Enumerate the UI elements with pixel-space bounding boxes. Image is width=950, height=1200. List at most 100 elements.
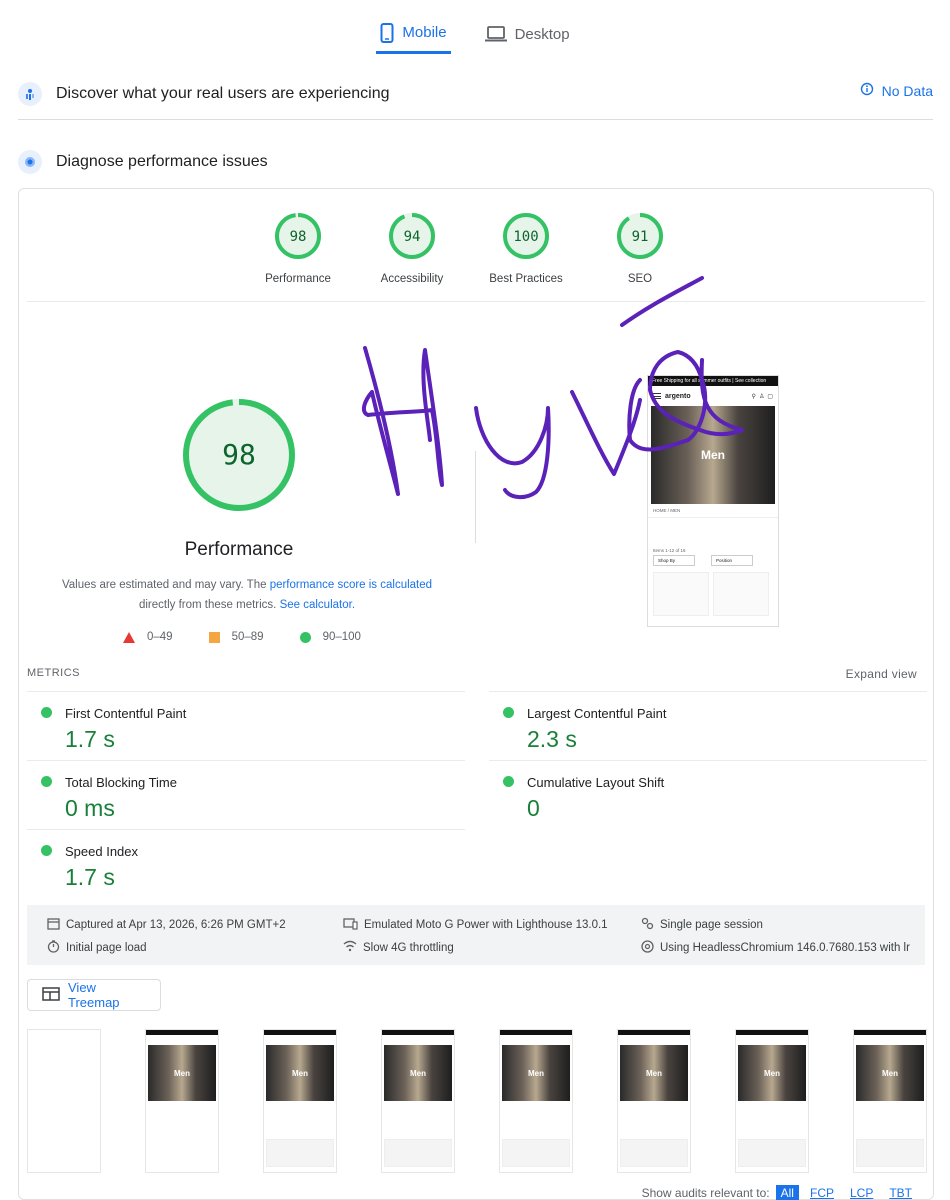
metric-value: 0 ms: [65, 795, 115, 821]
preview-banner: Free Shipping for all summer outfits | S…: [648, 376, 778, 386]
see-calculator-link[interactable]: See calculator.: [280, 599, 355, 611]
expand-view-button[interactable]: Expand view: [846, 667, 917, 681]
initial-load-text: Initial page load: [66, 942, 147, 954]
captured-at-text: Captured at Apr 13, 2026, 6:26 PM GMT+2: [66, 919, 286, 931]
throttling-text: Slow 4G throttling: [363, 941, 454, 954]
frame-product: [738, 1139, 806, 1167]
captured-at: Captured at Apr 13, 2026, 6:26 PM GMT+2: [47, 917, 286, 933]
session-text: Single page session: [660, 919, 763, 931]
lab-data-title: Diagnose performance issues: [56, 153, 268, 170]
gauge-score: 98: [290, 229, 307, 245]
gauge-score: 94: [404, 229, 421, 245]
filmstrip: Men Men Men Men Men Men Men: [27, 1029, 927, 1173]
gauge-accessibility[interactable]: 94 Accessibility: [373, 211, 451, 285]
timer-icon: [47, 940, 60, 956]
note-text-1: Values are estimated and may vary. The: [61, 579, 270, 591]
square-icon: [208, 631, 220, 643]
legend-item-average: 50–89: [208, 631, 264, 643]
circle-icon: [299, 631, 311, 643]
legend-range: 90–100: [322, 631, 361, 643]
metric-name: Speed Index: [65, 844, 139, 859]
metric-si: Speed Index 1.7 s: [27, 829, 465, 897]
gauge-performance[interactable]: 98 Performance: [259, 211, 337, 285]
gauge-label: SEO: [627, 273, 653, 285]
gauge-best-practices[interactable]: 100 Best Practices: [487, 211, 565, 285]
frame-hero: Men: [384, 1045, 452, 1101]
gauge-seo[interactable]: 91 SEO: [601, 211, 679, 285]
filter-fcp[interactable]: FCP: [805, 1185, 839, 1200]
tab-desktop-label: Desktop: [514, 25, 570, 43]
filmstrip-frame[interactable]: Men: [381, 1029, 455, 1173]
score-legend: 0–49 50–89 90–100: [123, 631, 361, 643]
gauge-ring: 100: [503, 213, 549, 259]
frame-hero: Men: [502, 1045, 570, 1101]
throttling: Slow 4G throttling: [343, 940, 454, 955]
lab-data-section: Diagnose performance issues: [18, 140, 933, 184]
filmstrip-frame[interactable]: [27, 1029, 101, 1173]
gauge-ring: 94: [389, 213, 435, 259]
legend-range: 50–89: [231, 631, 264, 643]
filter-all[interactable]: All: [775, 1185, 799, 1200]
frame-product: [502, 1139, 570, 1167]
preview-hero: Men: [651, 406, 775, 504]
frame-hero: Men: [266, 1045, 334, 1101]
devices-icon: [343, 917, 358, 933]
filmstrip-frame[interactable]: Men: [145, 1029, 219, 1173]
gauge-label: Best Practices: [489, 273, 563, 285]
runtime-settings: Captured at Apr 13, 2026, 6:26 PM GMT+2 …: [27, 905, 925, 965]
preview-nav-icons: ⚲ ♙ ▢: [752, 393, 773, 400]
metric-value: 1.7 s: [65, 864, 115, 890]
filmstrip-frame[interactable]: Men: [617, 1029, 691, 1173]
filmstrip-frame[interactable]: Men: [499, 1029, 573, 1173]
category-gauges: 98 Performance 94 Accessibility 100 Best…: [259, 211, 679, 285]
field-data-section: Discover what your real users are experi…: [18, 68, 933, 120]
tab-desktop[interactable]: Desktop: [481, 14, 574, 54]
metric-lcp: Largest Contentful Paint 2.3 s: [489, 691, 927, 759]
pass-circle-icon: [41, 776, 52, 787]
session: Single page session: [641, 917, 763, 933]
metric-name: Cumulative Layout Shift: [527, 775, 665, 790]
frame-hero: Men: [620, 1045, 688, 1101]
user-icon: ♙: [758, 393, 765, 400]
metrics-header: METRICS: [27, 667, 80, 679]
performance-title: Performance: [184, 539, 294, 560]
note-text-2: directly from these metrics.: [138, 599, 280, 611]
browser-icon: [641, 940, 654, 956]
preview-hero-text: Men: [701, 448, 725, 462]
triangle-icon: [123, 631, 135, 643]
filmstrip-frame[interactable]: Men: [853, 1029, 927, 1173]
filmstrip-frame[interactable]: Men: [735, 1029, 809, 1173]
metric-tbt: Total Blocking Time 0 ms: [27, 760, 465, 828]
pass-circle-icon: [503, 707, 514, 718]
tab-mobile-label: Mobile: [402, 24, 447, 41]
browser-info: Using HeadlessChromium 146.0.7680.153 wi…: [641, 940, 910, 956]
performance-gauge-large: 98: [183, 399, 295, 511]
field-data-title: Discover what your real users are experi…: [56, 84, 390, 102]
audit-filter: Show audits relevant to: All FCP LCP TBT: [642, 1185, 917, 1200]
preview-products: [648, 566, 778, 622]
preview-filters: Shop By Position: [648, 555, 778, 566]
filter-lcp[interactable]: LCP: [845, 1185, 878, 1200]
gauge-ring: 98: [275, 213, 321, 259]
wifi-icon: [343, 940, 357, 955]
preview-nav: argento ⚲ ♙ ▢: [648, 386, 778, 406]
preview-breadcrumb: HOME / MEN: [648, 504, 778, 518]
filmstrip-frame[interactable]: Men: [263, 1029, 337, 1173]
calendar-icon: [47, 917, 60, 933]
view-treemap-button[interactable]: View Treemap: [27, 979, 161, 1011]
browser-info-text: Using HeadlessChromium 146.0.7680.153 wi…: [660, 942, 910, 954]
score-note: Values are estimated and may vary. The p…: [47, 575, 447, 615]
treemap-label: View Treemap: [68, 980, 120, 1010]
pass-circle-icon: [41, 707, 52, 718]
tab-mobile[interactable]: Mobile: [376, 14, 451, 54]
score-calculated-link[interactable]: performance score is calculated: [270, 579, 432, 591]
legend-item-fail: 0–49: [123, 631, 173, 643]
users-icon: [18, 81, 42, 106]
frame-product: [384, 1139, 452, 1167]
filter-tbt[interactable]: TBT: [884, 1185, 917, 1200]
metric-name: First Contentful Paint: [65, 706, 187, 721]
metric-name: Total Blocking Time: [65, 775, 177, 790]
final-screenshot[interactable]: Free Shipping for all summer outfits | S…: [647, 375, 779, 627]
initial-load: Initial page load: [47, 940, 147, 956]
no-data-link[interactable]: No Data: [860, 82, 933, 99]
